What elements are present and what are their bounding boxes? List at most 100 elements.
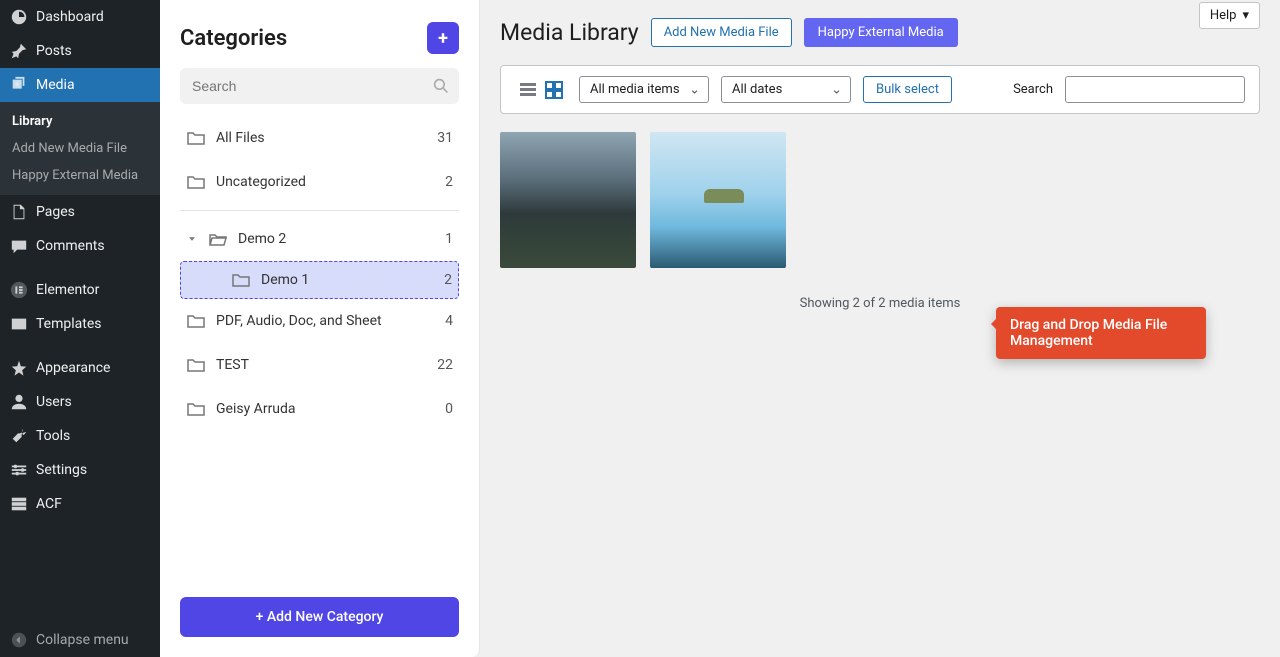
main-content: Help ▾ Media Library Add New Media File …: [480, 0, 1280, 657]
folder-icon: [231, 270, 251, 290]
nav-settings[interactable]: Settings: [0, 453, 160, 487]
bulk-select-button[interactable]: Bulk select: [863, 76, 952, 103]
category-demo-2[interactable]: Demo 2 1: [180, 217, 459, 261]
elementor-icon: [10, 281, 28, 299]
folder-icon: [186, 311, 206, 331]
settings-icon: [10, 461, 28, 479]
media-search-input[interactable]: [1065, 76, 1245, 103]
nav-media[interactable]: Media: [0, 68, 160, 102]
nav-label: Pages: [36, 204, 75, 220]
media-type-filter[interactable]: All media items ⌄: [579, 76, 709, 103]
admin-sidebar: Dashboard Posts Media Library Add New Me…: [0, 0, 160, 657]
nav-label: Dashboard: [36, 9, 104, 25]
category-label: Uncategorized: [216, 174, 306, 190]
categories-panel: Categories + All Files 31 Uncategorized …: [160, 0, 480, 657]
comments-icon: [10, 237, 28, 255]
list-view-button[interactable]: [515, 77, 541, 103]
pin-icon: [10, 42, 28, 60]
chevron-down-icon: ▾: [1242, 8, 1249, 23]
nav-label: Collapse menu: [36, 632, 129, 648]
media-toolbar: All media items ⌄ All dates ⌄ Bulk selec…: [500, 65, 1260, 114]
category-geisy[interactable]: Geisy Arruda 0: [180, 387, 459, 431]
nav-pages[interactable]: Pages: [0, 195, 160, 229]
templates-icon: [10, 315, 28, 333]
dashboard-icon: [10, 8, 28, 26]
category-count: 1: [445, 231, 453, 247]
category-label: PDF, Audio, Doc, and Sheet: [216, 313, 382, 329]
media-submenu: Library Add New Media File Happy Externa…: [0, 102, 160, 195]
nav-templates[interactable]: Templates: [0, 307, 160, 341]
help-button[interactable]: Help ▾: [1199, 2, 1260, 29]
category-count: 0: [445, 401, 453, 417]
add-category-icon-button[interactable]: +: [427, 22, 459, 54]
nav-dashboard[interactable]: Dashboard: [0, 0, 160, 34]
categories-search-input[interactable]: [180, 68, 459, 104]
media-thumbnail[interactable]: [650, 132, 786, 268]
category-all-files[interactable]: All Files 31: [180, 116, 459, 160]
add-new-media-button[interactable]: Add New Media File: [651, 18, 792, 47]
nav-label: Elementor: [36, 282, 99, 298]
categories-title: Categories: [180, 26, 287, 51]
nav-label: Posts: [36, 43, 72, 59]
nav-label: Comments: [36, 238, 105, 254]
nav-tools[interactable]: Tools: [0, 419, 160, 453]
nav-comments[interactable]: Comments: [0, 229, 160, 263]
category-count: 22: [437, 357, 453, 373]
category-label: TEST: [216, 357, 249, 373]
subnav-add-new[interactable]: Add New Media File: [0, 135, 160, 162]
subnav-library[interactable]: Library: [0, 108, 160, 135]
filter-value: All media items: [590, 82, 680, 97]
category-label: Demo 2: [238, 231, 286, 247]
nav-label: Settings: [36, 462, 87, 478]
collapse-icon: [10, 631, 28, 649]
nav-label: Users: [36, 394, 72, 410]
nav-posts[interactable]: Posts: [0, 34, 160, 68]
nav-users[interactable]: Users: [0, 385, 160, 419]
users-icon: [10, 393, 28, 411]
happy-external-media-button[interactable]: Happy External Media: [804, 18, 958, 47]
chevron-down-icon: ⌄: [831, 82, 842, 97]
category-count: 4: [445, 313, 453, 329]
plus-icon: +: [438, 28, 448, 49]
appearance-icon: [10, 359, 28, 377]
nav-acf[interactable]: ACF: [0, 487, 160, 521]
divider: [180, 210, 459, 211]
nav-label: Appearance: [36, 360, 110, 376]
nav-label: Media: [36, 77, 75, 93]
date-filter[interactable]: All dates ⌄: [721, 76, 851, 103]
pages-icon: [10, 203, 28, 221]
category-uncategorized[interactable]: Uncategorized 2: [180, 160, 459, 204]
category-label: Geisy Arruda: [216, 401, 296, 417]
nav-elementor[interactable]: Elementor: [0, 273, 160, 307]
tools-icon: [10, 427, 28, 445]
nav-collapse[interactable]: Collapse menu: [0, 623, 160, 657]
folder-icon: [186, 355, 206, 375]
grid-icon: [544, 80, 564, 100]
category-test[interactable]: TEST 22: [180, 343, 459, 387]
list-icon: [518, 80, 538, 100]
category-count: 31: [437, 130, 453, 146]
nav-label: Templates: [36, 316, 102, 332]
help-label: Help: [1210, 8, 1237, 23]
add-new-category-button[interactable]: + Add New Category: [180, 597, 459, 637]
filter-value: All dates: [732, 82, 782, 97]
category-demo-1-dragging[interactable]: Demo 1 2: [180, 261, 459, 299]
nav-label: ACF: [36, 496, 62, 512]
page-title: Media Library: [500, 19, 639, 46]
chevron-down-icon: ⌄: [689, 82, 700, 97]
search-icon: [433, 78, 449, 94]
acf-icon: [10, 495, 28, 513]
callout-tooltip: Drag and Drop Media File Management: [996, 307, 1206, 359]
category-pdf-audio[interactable]: PDF, Audio, Doc, and Sheet 4: [180, 299, 459, 343]
category-count: 2: [445, 174, 453, 190]
nav-label: Tools: [36, 428, 70, 444]
grid-view-button[interactable]: [541, 77, 567, 103]
folder-open-icon: [208, 229, 228, 249]
nav-appearance[interactable]: Appearance: [0, 351, 160, 385]
search-label: Search: [1013, 82, 1053, 97]
category-label: All Files: [216, 130, 265, 146]
subnav-happy-external[interactable]: Happy External Media: [0, 162, 160, 189]
media-thumbnail[interactable]: [500, 132, 636, 268]
chevron-down-icon[interactable]: [186, 233, 198, 245]
folder-icon: [186, 399, 206, 419]
